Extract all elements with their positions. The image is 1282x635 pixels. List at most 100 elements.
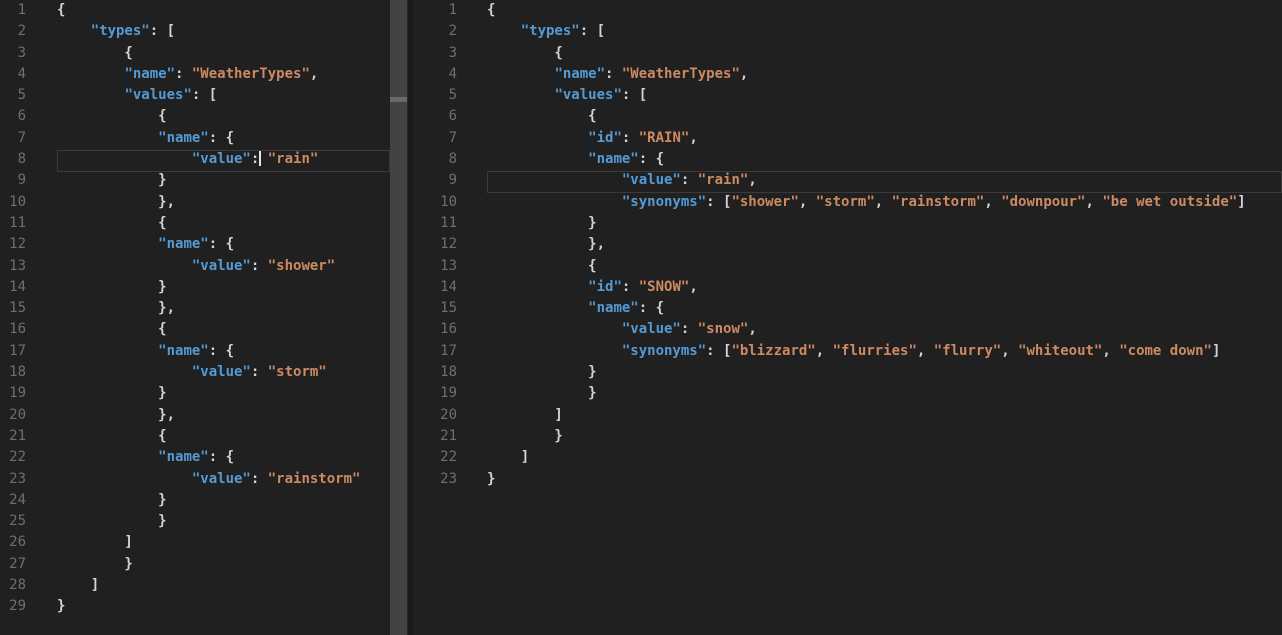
- line-number[interactable]: 10: [413, 192, 457, 213]
- line-number[interactable]: 1: [0, 0, 26, 21]
- code-line[interactable]: 15 "name": {: [413, 298, 1282, 319]
- line-number[interactable]: 22: [413, 447, 457, 468]
- code-line[interactable]: 15 },: [0, 298, 390, 319]
- code-line[interactable]: 4 "name": "WeatherTypes",: [0, 64, 390, 85]
- line-number[interactable]: 14: [0, 277, 26, 298]
- line-number[interactable]: 17: [0, 341, 26, 362]
- code-line[interactable]: 22 ]: [413, 447, 1282, 468]
- code-line[interactable]: 8 "name": {: [413, 149, 1282, 170]
- code-line[interactable]: 6 {: [0, 106, 390, 127]
- code-line[interactable]: 19 }: [413, 383, 1282, 404]
- line-number[interactable]: 12: [0, 234, 26, 255]
- code-line[interactable]: 3 {: [413, 43, 1282, 64]
- line-number[interactable]: 29: [0, 596, 26, 617]
- line-number[interactable]: 8: [0, 149, 26, 170]
- line-number[interactable]: 20: [0, 405, 26, 426]
- line-number[interactable]: 9: [413, 170, 457, 191]
- code-line[interactable]: 17 "synonyms": ["blizzard", "flurries", …: [413, 341, 1282, 362]
- code-line[interactable]: 26 ]: [0, 532, 390, 553]
- code-line[interactable]: 13 "value": "shower": [0, 256, 390, 277]
- line-number[interactable]: 5: [413, 85, 457, 106]
- code-line[interactable]: 10 },: [0, 192, 390, 213]
- line-number[interactable]: 3: [0, 43, 26, 64]
- code-line[interactable]: 9 "value": "rain",: [413, 170, 1282, 191]
- line-number[interactable]: 13: [0, 256, 26, 277]
- line-number[interactable]: 16: [413, 319, 457, 340]
- code-line[interactable]: 5 "values": [: [0, 85, 390, 106]
- left-pane-scrollbar[interactable]: [390, 0, 407, 635]
- line-number[interactable]: 23: [0, 469, 26, 490]
- code-line[interactable]: 17 "name": {: [0, 341, 390, 362]
- line-number[interactable]: 4: [0, 64, 26, 85]
- line-number[interactable]: 12: [413, 234, 457, 255]
- line-number[interactable]: 2: [0, 21, 26, 42]
- code-line[interactable]: 18 }: [413, 362, 1282, 383]
- line-number[interactable]: 15: [0, 298, 26, 319]
- code-line[interactable]: 23}: [413, 469, 1282, 490]
- code-line[interactable]: 22 "name": {: [0, 447, 390, 468]
- line-number[interactable]: 25: [0, 511, 26, 532]
- line-number[interactable]: 1: [413, 0, 457, 21]
- code-line[interactable]: 7 "id": "RAIN",: [413, 128, 1282, 149]
- code-line[interactable]: 28 ]: [0, 575, 390, 596]
- code-line[interactable]: 19 }: [0, 383, 390, 404]
- code-line[interactable]: 13 {: [413, 256, 1282, 277]
- code-line[interactable]: 1{: [413, 0, 1282, 21]
- line-number[interactable]: 19: [413, 383, 457, 404]
- line-number[interactable]: 11: [0, 213, 26, 234]
- line-number[interactable]: 6: [0, 106, 26, 127]
- code-line[interactable]: 10 "synonyms": ["shower", "storm", "rain…: [413, 192, 1282, 213]
- code-line[interactable]: 20 ]: [413, 405, 1282, 426]
- line-number[interactable]: 28: [0, 575, 26, 596]
- line-number[interactable]: 8: [413, 149, 457, 170]
- line-number[interactable]: 21: [413, 426, 457, 447]
- line-number[interactable]: 7: [413, 128, 457, 149]
- code-line[interactable]: 4 "name": "WeatherTypes",: [413, 64, 1282, 85]
- line-number[interactable]: 26: [0, 532, 26, 553]
- code-line[interactable]: 12 "name": {: [0, 234, 390, 255]
- line-number[interactable]: 17: [413, 341, 457, 362]
- line-number[interactable]: 10: [0, 192, 26, 213]
- line-number[interactable]: 5: [0, 85, 26, 106]
- line-number[interactable]: 4: [413, 64, 457, 85]
- code-line[interactable]: 3 {: [0, 43, 390, 64]
- line-number[interactable]: 13: [413, 256, 457, 277]
- line-number[interactable]: 6: [413, 106, 457, 127]
- code-line[interactable]: 18 "value": "storm": [0, 362, 390, 383]
- line-number[interactable]: 18: [413, 362, 457, 383]
- line-number[interactable]: 23: [413, 469, 457, 490]
- code-line[interactable]: 21 }: [413, 426, 1282, 447]
- code-line[interactable]: 27 }: [0, 554, 390, 575]
- line-number[interactable]: 21: [0, 426, 26, 447]
- line-number[interactable]: 7: [0, 128, 26, 149]
- code-line[interactable]: 2 "types": [: [413, 21, 1282, 42]
- editor-pane-right[interactable]: 1{2 "types": [3 {4 "name": "WeatherTypes…: [413, 0, 1282, 635]
- code-line[interactable]: 7 "name": {: [0, 128, 390, 149]
- line-number[interactable]: 18: [0, 362, 26, 383]
- code-line[interactable]: 21 {: [0, 426, 390, 447]
- code-line[interactable]: 29}: [0, 596, 390, 617]
- line-number[interactable]: 2: [413, 21, 457, 42]
- code-line[interactable]: 1{: [0, 0, 390, 21]
- line-number[interactable]: 11: [413, 213, 457, 234]
- line-number[interactable]: 14: [413, 277, 457, 298]
- line-number[interactable]: 16: [0, 319, 26, 340]
- line-number[interactable]: 9: [0, 170, 26, 191]
- line-number[interactable]: 27: [0, 554, 26, 575]
- code-line[interactable]: 20 },: [0, 405, 390, 426]
- line-number[interactable]: 22: [0, 447, 26, 468]
- code-line[interactable]: 2 "types": [: [0, 21, 390, 42]
- code-line[interactable]: 16 {: [0, 319, 390, 340]
- code-line[interactable]: 12 },: [413, 234, 1282, 255]
- code-line[interactable]: 11 {: [0, 213, 390, 234]
- code-line[interactable]: 14 "id": "SNOW",: [413, 277, 1282, 298]
- line-number[interactable]: 24: [0, 490, 26, 511]
- line-number[interactable]: 3: [413, 43, 457, 64]
- code-line[interactable]: 8 "value": "rain": [0, 149, 390, 170]
- line-number[interactable]: 15: [413, 298, 457, 319]
- code-line[interactable]: 25 }: [0, 511, 390, 532]
- line-number[interactable]: 19: [0, 383, 26, 404]
- code-line[interactable]: 14 }: [0, 277, 390, 298]
- code-line[interactable]: 24 }: [0, 490, 390, 511]
- code-line[interactable]: 16 "value": "snow",: [413, 319, 1282, 340]
